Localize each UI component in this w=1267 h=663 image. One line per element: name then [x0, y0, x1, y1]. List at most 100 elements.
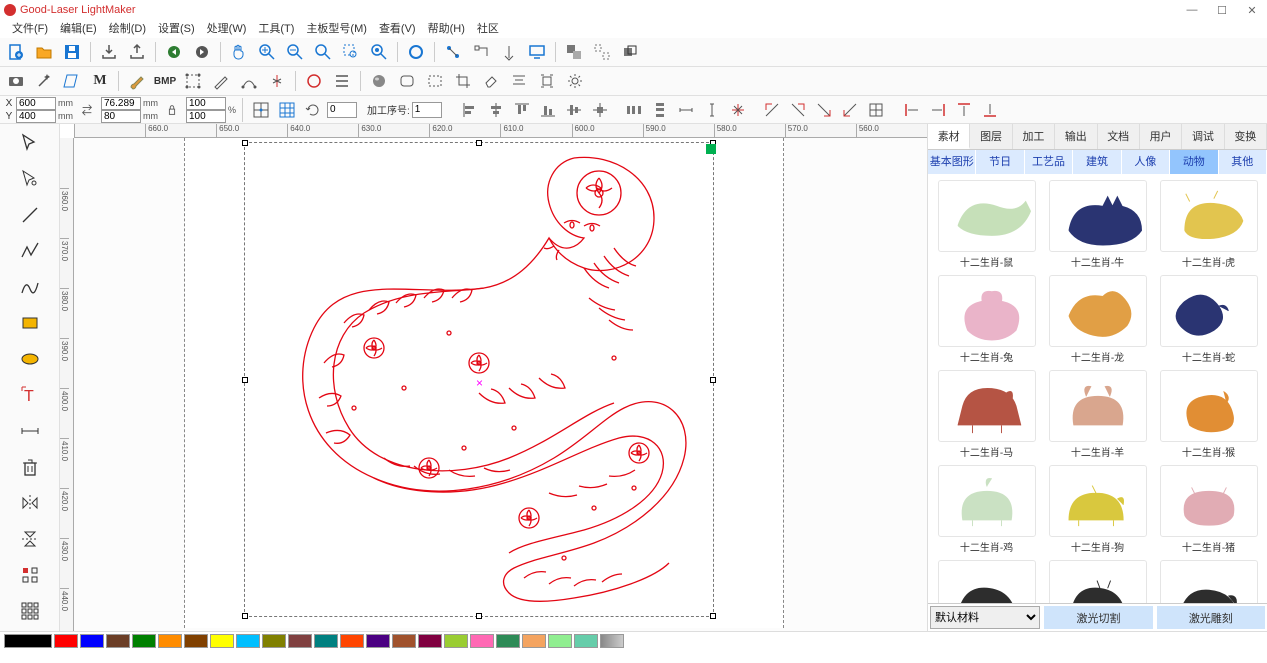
y-input[interactable] — [16, 110, 56, 123]
asset-thumb[interactable] — [938, 180, 1036, 252]
menu-help[interactable]: 帮助(H) — [422, 20, 471, 38]
color-swatch[interactable] — [158, 634, 182, 648]
focus-button[interactable] — [535, 69, 559, 93]
cut-node-button[interactable] — [265, 69, 289, 93]
zoom-out-button[interactable] — [283, 40, 307, 64]
same-height-button[interactable] — [700, 98, 724, 122]
menu-process[interactable]: 处理(W) — [201, 20, 253, 38]
zoom-selection-button[interactable] — [339, 40, 363, 64]
color-swatch[interactable] — [522, 634, 546, 648]
sphere-button[interactable] — [367, 69, 391, 93]
rect-dash-button[interactable] — [423, 69, 447, 93]
grid-3x3-button[interactable] — [275, 98, 299, 122]
tab-4[interactable]: 文档 — [1098, 124, 1140, 149]
color-swatch[interactable] — [366, 634, 390, 648]
node-tool-3[interactable] — [497, 40, 521, 64]
brush-button[interactable] — [125, 69, 149, 93]
asset-thumb[interactable] — [1160, 275, 1258, 347]
asset-thumb[interactable] — [938, 275, 1036, 347]
same-width-button[interactable] — [674, 98, 698, 122]
cat-3[interactable]: 建筑 — [1073, 150, 1121, 174]
node-tool-1[interactable] — [441, 40, 465, 64]
grid-button[interactable] — [864, 98, 888, 122]
color-swatch[interactable] — [418, 634, 442, 648]
color-swatch[interactable] — [262, 634, 286, 648]
procseq-input[interactable] — [412, 102, 442, 118]
color-swatch[interactable] — [288, 634, 312, 648]
color-swatch[interactable] — [314, 634, 338, 648]
color-swatch[interactable] — [444, 634, 468, 648]
tab-0[interactable]: 素材 — [928, 124, 970, 149]
align-hcenter-button[interactable] — [484, 98, 508, 122]
align-left-button[interactable] — [458, 98, 482, 122]
color-swatch[interactable] — [496, 634, 520, 648]
dist-v-button[interactable] — [648, 98, 672, 122]
corner-bl-button[interactable] — [838, 98, 862, 122]
laser-engrave-button[interactable]: 激光雕刻 — [1157, 606, 1265, 629]
eraser-button[interactable] — [479, 69, 503, 93]
asset-thumb[interactable] — [1049, 560, 1147, 603]
align-center-button[interactable] — [588, 98, 612, 122]
menu-community[interactable]: 社区 — [471, 20, 505, 38]
material-select[interactable]: 默认材料 — [930, 606, 1040, 629]
crop-button[interactable] — [451, 69, 475, 93]
asset-thumb[interactable] — [938, 560, 1036, 603]
color-swatch[interactable] — [470, 634, 494, 648]
zoom-in-button[interactable] — [255, 40, 279, 64]
color-swatch[interactable] — [4, 634, 52, 648]
edge-top-button[interactable] — [952, 98, 976, 122]
pan-button[interactable] — [227, 40, 251, 64]
sy-input[interactable] — [186, 110, 226, 123]
list-button[interactable] — [330, 69, 354, 93]
group-button[interactable] — [562, 40, 586, 64]
color-swatch[interactable] — [392, 634, 416, 648]
close-button[interactable]: ✕ — [1237, 0, 1267, 20]
color-swatch[interactable] — [210, 634, 234, 648]
dist-h-button[interactable] — [622, 98, 646, 122]
same-size-button[interactable] — [726, 98, 750, 122]
canvas-area[interactable]: 660.0650.0640.0630.0620.0610.0600.0590.0… — [60, 124, 927, 631]
open-file-button[interactable] — [32, 40, 56, 64]
align-vcenter-button[interactable] — [562, 98, 586, 122]
zoom-page-button[interactable] — [404, 40, 428, 64]
mirror-h-tool[interactable] — [15, 490, 45, 516]
cat-2[interactable]: 工艺品 — [1025, 150, 1073, 174]
menu-board[interactable]: 主板型号(M) — [300, 20, 373, 38]
text-m-button[interactable]: M — [88, 69, 112, 93]
tab-6[interactable]: 调试 — [1182, 124, 1224, 149]
delete-tool[interactable] — [15, 454, 45, 480]
new-file-button[interactable] — [4, 40, 28, 64]
menu-edit[interactable]: 编辑(E) — [54, 20, 103, 38]
menu-tools[interactable]: 工具(T) — [252, 20, 300, 38]
line-tool[interactable] — [15, 202, 45, 228]
layer-button[interactable] — [618, 40, 642, 64]
asset-thumb[interactable] — [1160, 560, 1258, 603]
color-swatch[interactable] — [340, 634, 364, 648]
monitor-button[interactable] — [525, 40, 549, 64]
select-tool[interactable] — [15, 130, 45, 156]
rotate-button[interactable] — [301, 98, 325, 122]
align-text-button[interactable] — [507, 69, 531, 93]
color-swatch-gradient[interactable] — [600, 634, 624, 648]
edge-bottom-button[interactable] — [978, 98, 1002, 122]
edge-left-button[interactable] — [900, 98, 924, 122]
save-file-button[interactable] — [60, 40, 84, 64]
corner-tr-button[interactable] — [786, 98, 810, 122]
tab-5[interactable]: 用户 — [1140, 124, 1182, 149]
minimize-button[interactable]: — — [1177, 0, 1207, 20]
node-edit-tool[interactable] — [15, 166, 45, 192]
sx-input[interactable] — [186, 97, 226, 110]
mirror-v-tool[interactable] — [15, 526, 45, 552]
asset-thumb[interactable] — [1160, 370, 1258, 442]
snake-artwork[interactable] — [254, 148, 704, 608]
align-top-button[interactable] — [510, 98, 534, 122]
tab-7[interactable]: 变换 — [1225, 124, 1267, 149]
camera-button[interactable] — [4, 69, 28, 93]
bounds-button[interactable] — [181, 69, 205, 93]
menu-file[interactable]: 文件(F) — [6, 20, 54, 38]
corner-tl-button[interactable] — [760, 98, 784, 122]
asset-thumb[interactable] — [1049, 465, 1147, 537]
bmp-button[interactable]: BMP — [153, 69, 177, 93]
text-tool[interactable]: T — [15, 382, 45, 408]
cat-0[interactable]: 基本图形 — [928, 150, 976, 174]
